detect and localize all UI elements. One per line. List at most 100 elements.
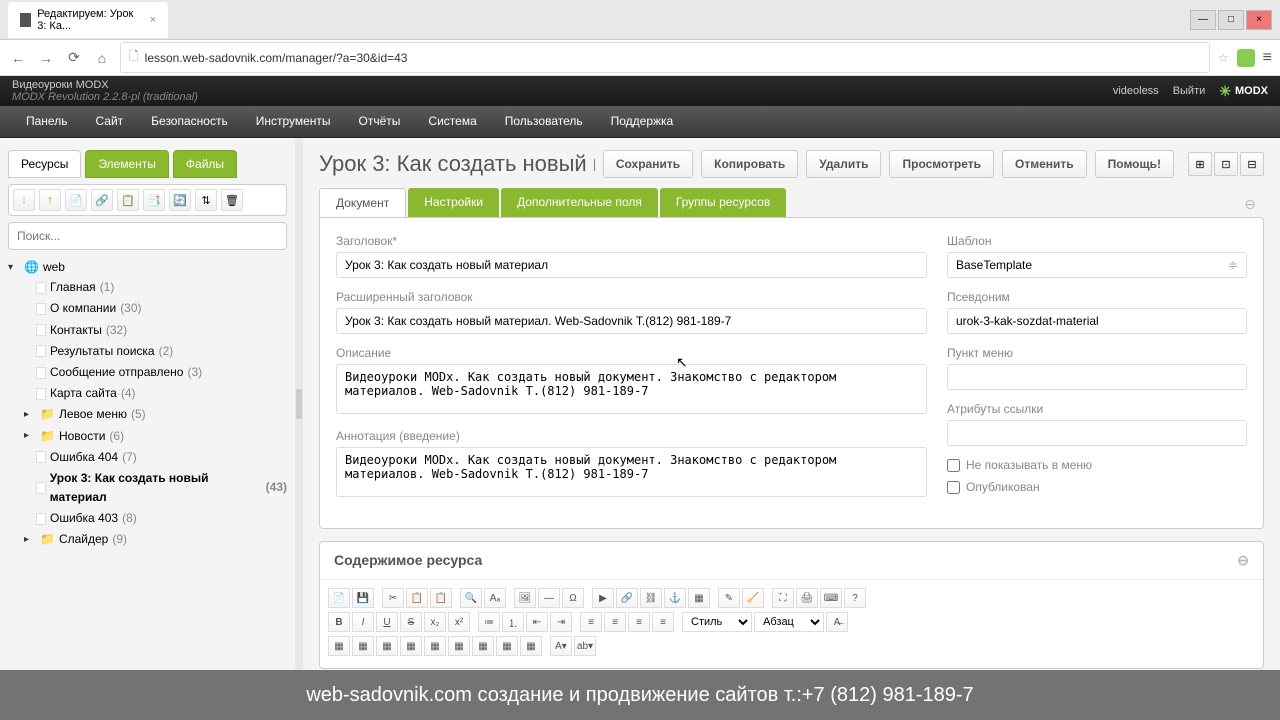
help-button[interactable]: Помощь! [1095, 150, 1174, 178]
tree-item[interactable]: ▸📁Новости (6) [8, 426, 287, 447]
ed-hr-icon[interactable]: — [538, 588, 560, 608]
trash-icon[interactable]: 🗑 [221, 189, 243, 211]
copy-button[interactable]: Копировать [701, 150, 798, 178]
tree-item[interactable]: Ошибка 404 (7) [8, 447, 287, 468]
ed-sup-icon[interactable]: x² [448, 612, 470, 632]
ed-image-icon[interactable]: 🖼 [514, 588, 536, 608]
view-icon-3[interactable]: ⊟ [1240, 152, 1264, 176]
ed-aligncenter-icon[interactable]: ≡ [604, 612, 626, 632]
tree-item[interactable]: ▸📁Левое меню (5) [8, 404, 287, 425]
ed-tbl9-icon[interactable]: ▦ [520, 636, 542, 656]
modx-logo[interactable]: ✳MODX [1219, 83, 1268, 100]
ed-anchor-icon[interactable]: ⚓ [664, 588, 686, 608]
longtitle-input[interactable] [336, 308, 927, 334]
new-weblink-icon[interactable]: 🔗 [91, 189, 113, 211]
view-icon-2[interactable]: ⊡ [1214, 152, 1238, 176]
tree-item[interactable]: Карта сайта (4) [8, 383, 287, 404]
menu-panel[interactable]: Панель [12, 106, 81, 137]
ed-italic-icon[interactable]: I [352, 612, 374, 632]
collapse-panel-icon[interactable]: ⊖ [1244, 196, 1256, 213]
ed-save-icon[interactable]: 💾 [352, 588, 374, 608]
menu-system[interactable]: Система [414, 106, 490, 137]
template-select[interactable]: BaseTemplate≑ [947, 252, 1247, 278]
maximize-button[interactable]: □ [1218, 10, 1244, 30]
collapse-icon[interactable]: ↑ [39, 189, 61, 211]
view-icon-1[interactable]: ⊞ [1188, 152, 1212, 176]
menu-reports[interactable]: Отчёты [345, 106, 415, 137]
ed-edit-icon[interactable]: ✎ [718, 588, 740, 608]
collapse-content-icon[interactable]: ⊖ [1237, 552, 1249, 569]
ed-code-icon[interactable]: ⌨ [820, 588, 842, 608]
ed-unlink-icon[interactable]: ⛓ [640, 588, 662, 608]
linkattr-input[interactable] [947, 420, 1247, 446]
ed-ol-icon[interactable]: ⒈ [502, 612, 524, 632]
back-icon[interactable]: ← [8, 48, 28, 68]
menu-tools[interactable]: Инструменты [242, 106, 345, 137]
ed-forecolor-icon[interactable]: A▾ [550, 636, 572, 656]
menu-site[interactable]: Сайт [81, 106, 137, 137]
tree-item[interactable]: ▸📁Слайдер (9) [8, 529, 287, 550]
ed-format-select[interactable]: Абзац [754, 612, 824, 632]
menu-support[interactable]: Поддержка [597, 106, 688, 137]
tab-tvs[interactable]: Дополнительные поля [501, 188, 658, 217]
side-tab-files[interactable]: Файлы [173, 150, 237, 178]
logout-link[interactable]: Выйти [1173, 85, 1206, 97]
ed-print-icon[interactable]: 🖨 [796, 588, 818, 608]
preview-button[interactable]: Просмотреть [889, 150, 994, 178]
tree-item[interactable]: О компании (30) [8, 298, 287, 319]
ed-cut-icon[interactable]: ✂ [382, 588, 404, 608]
tree-item[interactable]: Урок 3: Как создать новый материал (43) [8, 468, 287, 508]
reload-icon[interactable]: ⟳ [64, 48, 84, 68]
ed-removefmt-icon[interactable]: A̶ [826, 612, 848, 632]
cancel-button[interactable]: Отменить [1002, 150, 1087, 178]
browser-tab[interactable]: Редактируем: Урок 3: Ка... × [8, 2, 168, 38]
ed-table-icon[interactable]: ▦ [688, 588, 710, 608]
ed-indent-icon[interactable]: ⇥ [550, 612, 572, 632]
alias-input[interactable] [947, 308, 1247, 334]
ed-tbl1-icon[interactable]: ▦ [328, 636, 350, 656]
tree-item[interactable]: Результаты поиска (2) [8, 341, 287, 362]
tab-document[interactable]: Документ [319, 188, 406, 217]
ed-clean-icon[interactable]: 🧹 [742, 588, 764, 608]
minimize-button[interactable]: — [1190, 10, 1216, 30]
ed-style-select[interactable]: Стиль [682, 612, 752, 632]
ed-tbl3-icon[interactable]: ▦ [376, 636, 398, 656]
tree-item[interactable]: Сообщение отправлено (3) [8, 362, 287, 383]
ed-sub-icon[interactable]: x₂ [424, 612, 446, 632]
description-input[interactable]: Видеоуроки MODx. Как создать новый докум… [336, 364, 927, 414]
ed-underline-icon[interactable]: U [376, 612, 398, 632]
menu-user[interactable]: Пользователь [491, 106, 597, 137]
user-link[interactable]: videoless [1113, 85, 1159, 97]
new-symlink-icon[interactable]: 📋 [117, 189, 139, 211]
ed-outdent-icon[interactable]: ⇤ [526, 612, 548, 632]
side-tab-resources[interactable]: Ресурсы [8, 150, 81, 178]
tree-item[interactable]: Ошибка 403 (8) [8, 508, 287, 529]
ed-paste-icon[interactable]: 📋 [430, 588, 452, 608]
menutitle-input[interactable] [947, 364, 1247, 390]
url-bar[interactable]: 🗋 lesson.web-sadovnik.com/manager/?a=30&… [120, 42, 1210, 73]
ed-link-icon[interactable]: 🔗 [616, 588, 638, 608]
side-tab-elements[interactable]: Элементы [85, 150, 169, 178]
ed-strike-icon[interactable]: S [400, 612, 422, 632]
ed-fullscreen-icon[interactable]: ⛶ [772, 588, 794, 608]
bookmark-icon[interactable]: ☆ [1218, 51, 1229, 65]
new-static-icon[interactable]: 📑 [143, 189, 165, 211]
ed-tbl6-icon[interactable]: ▦ [448, 636, 470, 656]
save-button[interactable]: Сохранить [603, 150, 693, 178]
tab-settings[interactable]: Настройки [408, 188, 499, 217]
ed-tbl4-icon[interactable]: ▦ [400, 636, 422, 656]
close-button[interactable]: × [1246, 10, 1272, 30]
ed-tbl5-icon[interactable]: ▦ [424, 636, 446, 656]
ed-replace-icon[interactable]: Aₐ [484, 588, 506, 608]
forward-icon[interactable]: → [36, 48, 56, 68]
sort-icon[interactable]: ⇅ [195, 189, 217, 211]
ed-media-icon[interactable]: ▶ [592, 588, 614, 608]
ed-help-icon[interactable]: ? [844, 588, 866, 608]
ed-char-icon[interactable]: Ω [562, 588, 584, 608]
ed-alignleft-icon[interactable]: ≡ [580, 612, 602, 632]
tree-root[interactable]: ▾ 🌐 web [8, 258, 287, 277]
tab-groups[interactable]: Группы ресурсов [660, 188, 786, 217]
ed-copy-icon[interactable]: 📋 [406, 588, 428, 608]
expand-icon[interactable]: ↓ [13, 189, 35, 211]
ed-alignjustify-icon[interactable]: ≡ [652, 612, 674, 632]
